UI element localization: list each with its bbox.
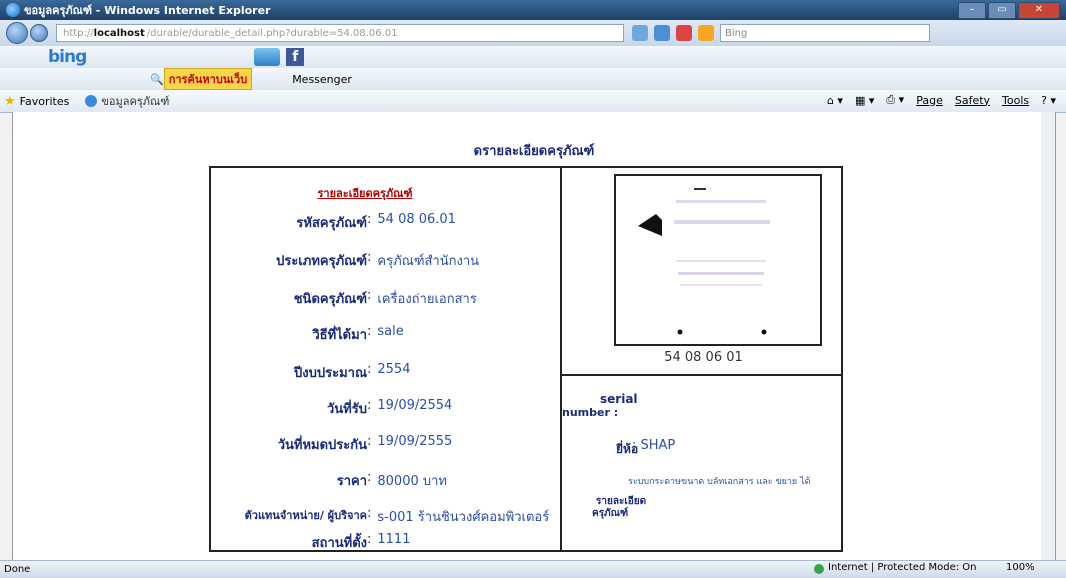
help-icon[interactable]: ? ▾	[1041, 94, 1056, 107]
tab-current[interactable]: ขอมูลครุภัณฑ์	[101, 92, 169, 110]
favorites-bar: ★ Favorites ขอมูลครุภัณฑ์ ⌂ ▾ ▦ ▾ ⎙ ▾ Pa…	[0, 90, 1066, 113]
safety-menu[interactable]: Safety	[955, 94, 990, 107]
address-actions	[632, 25, 714, 41]
bing-logo: bing	[48, 47, 87, 67]
field-row: ประเภทครุภัณฑ์: ครุภัณฑ์สำนักงาน	[211, 250, 560, 271]
section-heading: รายละเอียดครุภัณฑ์	[317, 187, 413, 200]
page-title: ดรายละเอียดครุภัณฑ์	[473, 144, 595, 159]
description-value: ระบบกระดาษขนาด บลัทเอกสาร และ ขยาย ได้	[628, 477, 811, 487]
field-value: s-001 ร้านชินวงศ์คอมพิวเตอร์	[377, 510, 550, 525]
field-label: วันที่รับ	[327, 402, 367, 417]
messenger-menu[interactable]: Messenger	[292, 73, 352, 86]
field-row: ปีงบประมาณ: 2554	[211, 362, 560, 383]
field-value: 19/09/2555	[377, 434, 453, 449]
field-row: วันที่หมดประกัน: 19/09/2555	[211, 434, 560, 455]
minimize-button[interactable]: –	[958, 2, 986, 19]
field-label: สถานที่ตั้ง	[311, 536, 367, 551]
serial-label-line2: number :	[562, 406, 619, 419]
address-toolbar: http:// localhost /durable/durable_detai…	[0, 20, 1066, 46]
window-title: ขอมูลครุภัณฑ์ - Windows Internet Explore…	[24, 4, 271, 17]
field-label: ตัวแทนจำหน่าย/ ผู้บริจาค	[244, 509, 367, 522]
field-value: 19/09/2554	[377, 398, 453, 413]
feeds-icon[interactable]: ▦ ▾	[855, 94, 874, 107]
url-path: /durable/durable_detail.php?durable=54.0…	[146, 27, 398, 39]
close-button[interactable]: ✕	[1018, 2, 1060, 19]
field-row: ชนิดครุภัณฑ์: เครื่องถ่ายเอกสาร	[211, 288, 560, 309]
url-host: localhost	[93, 27, 145, 39]
zoom-level[interactable]: 100%	[1006, 562, 1035, 573]
facebook-icon[interactable]: f	[286, 48, 305, 66]
print-icon[interactable]: ⎙ ▾	[886, 93, 904, 107]
window-controls: – ▭ ✕	[958, 2, 1060, 19]
url-protocol: http://	[63, 27, 94, 39]
brand-value: : SHAP	[632, 438, 676, 453]
field-value: เครื่องถ่ายเอกสาร	[377, 292, 477, 307]
field-label: ราคา	[336, 474, 367, 489]
field-value: 80000 บาท	[377, 474, 447, 489]
detail-table: รายละเอียดครุภัณฑ์ รหัสครุภัณฑ์: 54 08 0…	[209, 166, 843, 552]
favorites-star-icon: ★	[4, 93, 16, 109]
field-label: วันที่หมดประกัน	[277, 438, 367, 453]
back-button[interactable]	[6, 22, 28, 44]
field-row: รหัสครุภัณฑ์: 54 08 06.01	[211, 212, 560, 233]
vertical-scrollbar[interactable]	[1041, 112, 1055, 560]
mail-icon[interactable]	[254, 48, 281, 66]
page-content: ดรายละเอียดครุภัณฑ์ รายละเอียดครุภัณฑ์ ร…	[12, 112, 1056, 560]
ie-icon	[6, 3, 20, 17]
image-panel: 54 08 06 01	[562, 168, 845, 374]
field-value: sale	[377, 324, 404, 339]
field-row: วันที่รับ: 19/09/2554	[211, 398, 560, 419]
field-label: ประเภทครุภัณฑ์	[276, 254, 367, 269]
status-text: Done	[4, 564, 31, 575]
maximize-button[interactable]: ▭	[988, 2, 1016, 19]
field-row: ราคา: 80000 บาท	[211, 470, 560, 491]
home-icon[interactable]: ⌂ ▾	[827, 94, 843, 107]
field-label: วิธีที่ได้มา	[312, 328, 367, 343]
field-value: 54 08 06.01	[377, 212, 456, 227]
internet-zone-icon	[814, 564, 824, 574]
image-caption: 54 08 06 01	[664, 350, 743, 365]
serial-label: serial	[600, 392, 638, 406]
messenger-toolbar: 🔍 การค้นหาบนเว็บ Messenger	[0, 68, 1066, 90]
stop-icon[interactable]	[676, 25, 692, 41]
bing-toolbar: bing f	[0, 46, 1066, 68]
bing-icon	[698, 25, 714, 41]
command-bar: ⌂ ▾ ▦ ▾ ⎙ ▾ Page Safety Tools ? ▾	[827, 93, 1056, 107]
security-zone: Internet | Protected Mode: On	[828, 562, 977, 573]
forward-button[interactable]	[30, 24, 48, 42]
search-placeholder: Bing	[725, 27, 748, 39]
search-input[interactable]: Bing	[720, 24, 930, 42]
field-value: 1111	[377, 532, 411, 547]
title-bar: ขอมูลครุภัณฑ์ - Windows Internet Explore…	[0, 0, 1066, 20]
web-search-button[interactable]: การค้นหาบนเว็บ	[163, 68, 253, 90]
durable-photo	[614, 174, 822, 346]
field-row: สถานที่ตั้ง: 1111	[211, 532, 560, 553]
page-menu[interactable]: Page	[916, 94, 943, 107]
field-value: 2554	[377, 362, 411, 377]
copier-image	[638, 188, 770, 335]
field-row: ตัวแทนจำหน่าย/ ผู้บริจาค: s-001 ร้านชินว…	[211, 506, 560, 527]
address-input[interactable]: http:// localhost /durable/durable_detai…	[56, 24, 624, 42]
field-row: วิธีที่ได้มา: sale	[211, 324, 560, 345]
favorites-button[interactable]: Favorites	[20, 95, 70, 108]
extra-info-panel: serial number : ยี่ห้อ : SHAP ระบบกระดาษ…	[562, 376, 843, 552]
field-value: ครุภัณฑ์สำนักงาน	[377, 254, 480, 269]
tools-menu[interactable]: Tools	[1002, 94, 1029, 107]
field-label: ชนิดครุภัณฑ์	[293, 292, 367, 307]
refresh-icon[interactable]	[654, 25, 670, 41]
status-bar: Done Internet | Protected Mode: On 100%	[0, 560, 1066, 578]
tab-ie-icon	[85, 95, 98, 107]
description-label-line2: ครุภัณฑ์	[592, 508, 629, 519]
compat-icon[interactable]	[632, 25, 648, 41]
field-label: รหัสครุภัณฑ์	[296, 216, 367, 231]
search-web-icon: 🔍	[150, 72, 164, 86]
field-label: ปีงบประมาณ	[294, 366, 367, 381]
